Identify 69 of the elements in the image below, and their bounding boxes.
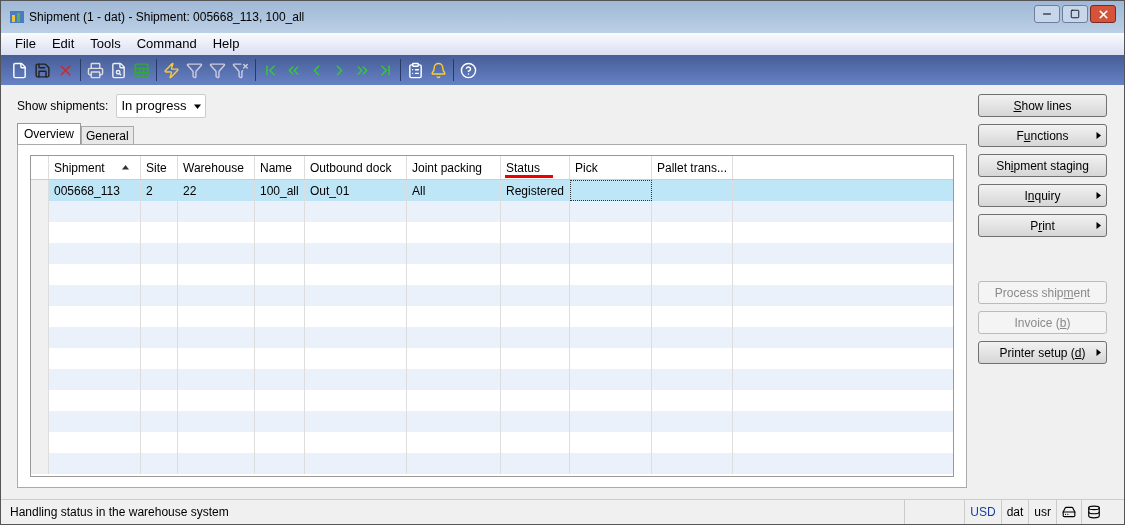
table-cell-text: 005668_113 bbox=[54, 182, 120, 200]
menu-item[interactable]: Edit bbox=[51, 34, 75, 54]
table-row[interactable] bbox=[31, 369, 953, 390]
magnifier-document-icon[interactable] bbox=[110, 61, 127, 79]
close-icon bbox=[1096, 7, 1110, 21]
table-row[interactable]: 005668_113 2 22 100_all Out_01 All Registered bbox=[31, 180, 953, 201]
column-header[interactable]: Warehouse bbox=[178, 156, 255, 179]
spreadsheet-icon[interactable] bbox=[133, 61, 150, 79]
filter-label: Show shipments: bbox=[17, 98, 109, 115]
app-icon bbox=[9, 9, 25, 25]
help-icon[interactable] bbox=[460, 61, 477, 79]
column-header[interactable]: Name bbox=[255, 156, 305, 179]
shipment-filter-dropdown[interactable]: In progress bbox=[116, 94, 207, 118]
minimize-button[interactable] bbox=[1034, 5, 1060, 23]
column-header[interactable]: Joint packing bbox=[407, 156, 501, 179]
column-header[interactable]: Shipment bbox=[49, 156, 141, 179]
submenu-arrow-icon bbox=[1095, 192, 1102, 199]
table-cell-text: Out_01 bbox=[310, 182, 350, 200]
menu-item[interactable]: File bbox=[15, 34, 36, 54]
action-button[interactable]: Printer setup (d) bbox=[978, 341, 1107, 364]
company-indicator: dat bbox=[1000, 500, 1029, 524]
status-message: Handling status in the warehouse system bbox=[9, 504, 230, 521]
printer-icon[interactable] bbox=[87, 61, 104, 79]
table-cell-text: 22 bbox=[183, 182, 197, 200]
action-button[interactable]: Print bbox=[978, 214, 1107, 237]
action-button[interactable]: Functions bbox=[978, 124, 1107, 147]
database-icon[interactable] bbox=[1087, 505, 1101, 519]
row-header[interactable] bbox=[31, 180, 49, 201]
table-cell-text: All bbox=[412, 182, 426, 200]
dropdown-caret-icon bbox=[194, 102, 202, 110]
menu-item[interactable]: Help bbox=[212, 34, 240, 54]
table-cell-text: 2 bbox=[146, 182, 153, 200]
drive-icon[interactable] bbox=[1062, 505, 1076, 519]
table-row[interactable] bbox=[31, 453, 953, 474]
column-header[interactable]: Pick bbox=[570, 156, 652, 179]
maximize-button[interactable] bbox=[1062, 5, 1088, 23]
clipboard-icon[interactable] bbox=[407, 61, 424, 79]
column-header[interactable]: Status bbox=[501, 156, 570, 179]
row-header[interactable] bbox=[31, 453, 49, 474]
lightning-icon[interactable] bbox=[163, 61, 180, 79]
table-row[interactable] bbox=[31, 243, 953, 264]
column-header[interactable]: Site bbox=[141, 156, 178, 179]
tab[interactable]: Overview bbox=[17, 123, 81, 144]
tab[interactable]: General bbox=[81, 126, 134, 144]
table-row[interactable] bbox=[31, 285, 953, 306]
column-header[interactable]: Pallet trans... bbox=[652, 156, 733, 179]
submenu-arrow-icon bbox=[1095, 132, 1102, 139]
funnel-cross-icon[interactable] bbox=[232, 61, 249, 79]
document-icon[interactable] bbox=[11, 61, 28, 79]
table-row[interactable] bbox=[31, 411, 953, 432]
maximize-icon bbox=[1070, 9, 1080, 19]
submenu-arrow-icon bbox=[1095, 349, 1102, 356]
window-title: Shipment (1 - dat) - Shipment: 005668_113, 100_all bbox=[29, 9, 306, 26]
action-button[interactable]: Inquiry bbox=[978, 184, 1107, 207]
sort-ascending-icon bbox=[122, 164, 129, 171]
table-row[interactable] bbox=[31, 327, 953, 348]
table-cell-text: 100_all bbox=[260, 182, 299, 200]
menu-item[interactable]: Tools bbox=[90, 34, 121, 54]
table-cell-text: Registered bbox=[506, 182, 565, 200]
submenu-arrow-icon bbox=[1095, 222, 1102, 229]
action-button[interactable]: Show lines bbox=[978, 94, 1107, 117]
funnel-icon[interactable] bbox=[186, 61, 203, 79]
menu-item[interactable]: Command bbox=[136, 34, 197, 54]
close-button[interactable] bbox=[1090, 5, 1116, 23]
action-button[interactable]: Shipment staging bbox=[978, 154, 1107, 177]
user-indicator: usr bbox=[1028, 500, 1056, 524]
bell-icon[interactable] bbox=[430, 61, 447, 79]
currency-indicator: USD bbox=[964, 500, 1001, 524]
column-header[interactable]: Outbound dock bbox=[305, 156, 407, 179]
